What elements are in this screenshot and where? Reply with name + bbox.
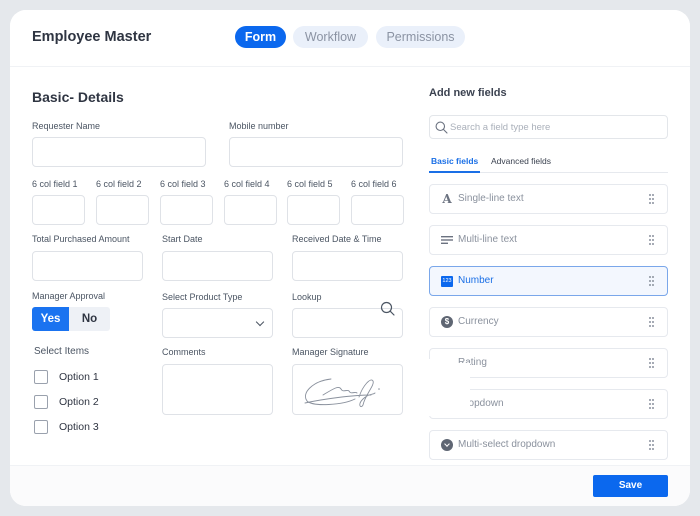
field-type-label: Single-line text (458, 193, 524, 204)
tab-workflow[interactable]: Workflow (293, 26, 368, 48)
col-field-2-label: 6 col field 2 (96, 179, 142, 189)
tab-form[interactable]: Form (235, 26, 286, 48)
received-date-time-input[interactable] (292, 251, 403, 281)
field-type-multi-select-dropdown[interactable]: Multi-select dropdown (429, 430, 668, 460)
requester-name-input[interactable] (32, 137, 206, 167)
received-date-time-label: Received Date & Time (292, 234, 382, 244)
number-123-icon: 123 (441, 275, 453, 287)
col-field-5-label: 6 col field 5 (287, 179, 333, 189)
signature-pad[interactable] (292, 364, 403, 415)
manager-signature-label: Manager Signature (292, 347, 369, 357)
option-3-checkbox[interactable]: Option 3 (34, 419, 99, 435)
drag-handle-icon[interactable] (649, 194, 654, 205)
option-label: Option 1 (59, 371, 99, 383)
approval-no-button[interactable]: No (69, 307, 110, 331)
option-label: Option 2 (59, 396, 99, 408)
product-type-label: Select Product Type (162, 292, 243, 302)
field-type-label: Currency (458, 316, 499, 327)
manager-approval-label: Manager Approval (32, 291, 106, 301)
field-type-label: Number (458, 275, 494, 286)
field-search-input[interactable] (450, 119, 662, 135)
footer (10, 465, 690, 506)
render-artifact-mask (428, 363, 470, 416)
col-field-6-label: 6 col field 6 (351, 179, 397, 189)
drag-handle-icon[interactable] (649, 399, 654, 410)
dollar-circle-icon: $ (441, 316, 453, 328)
option-2-checkbox[interactable]: Option 2 (34, 394, 99, 410)
lookup-label: Lookup (292, 292, 322, 302)
drag-handle-icon[interactable] (649, 440, 654, 451)
col-field-2-input[interactable] (96, 195, 149, 225)
field-type-single-line-text[interactable]: A Single-line text (429, 184, 668, 214)
search-icon[interactable] (380, 301, 396, 317)
select-items-label: Select Items (34, 346, 90, 357)
tab-advanced-fields[interactable]: Advanced fields (491, 156, 551, 166)
field-type-number[interactable]: 123 Number (429, 266, 668, 296)
checkbox-box[interactable] (34, 370, 48, 384)
approval-yes-button[interactable]: Yes (32, 307, 69, 331)
col-field-1-label: 6 col field 1 (32, 179, 78, 189)
checkbox-box[interactable] (34, 420, 48, 434)
comments-label: Comments (162, 347, 206, 357)
start-date-input[interactable] (162, 251, 273, 281)
header: Employee Master Form Workflow Permission… (10, 10, 690, 67)
comments-textarea[interactable] (162, 364, 273, 415)
render-artifact-mask (428, 359, 456, 365)
drag-handle-icon[interactable] (649, 358, 654, 369)
col-field-5-input[interactable] (287, 195, 340, 225)
field-type-label: Multi-select dropdown (458, 439, 556, 450)
field-type-currency[interactable]: $ Currency (429, 307, 668, 337)
search-icon (435, 121, 448, 134)
signature-image (304, 378, 380, 408)
field-type-label: Multi-line text (458, 234, 517, 245)
col-field-1-input[interactable] (32, 195, 85, 225)
field-type-multi-line-text[interactable]: Multi-line text (429, 225, 668, 255)
page-title: Employee Master (32, 29, 152, 45)
chevron-down-icon (255, 317, 265, 327)
product-type-select[interactable] (162, 308, 273, 338)
col-field-4-input[interactable] (224, 195, 277, 225)
start-date-label: Start Date (162, 234, 203, 244)
col-field-3-input[interactable] (160, 195, 213, 225)
chevron-circle-icon (441, 439, 453, 451)
add-fields-title: Add new fields (429, 87, 507, 99)
option-label: Option 3 (59, 421, 99, 433)
paragraph-icon (441, 234, 453, 246)
drag-handle-icon[interactable] (649, 276, 654, 287)
option-1-checkbox[interactable]: Option 1 (34, 369, 99, 385)
requester-name-label: Requester Name (32, 121, 101, 131)
col-field-6-input[interactable] (351, 195, 404, 225)
save-button[interactable]: Save (593, 475, 668, 497)
col-field-3-label: 6 col field 3 (160, 179, 206, 189)
mobile-number-input[interactable] (229, 137, 403, 167)
field-search-box[interactable] (429, 115, 668, 139)
mobile-number-label: Mobile number (229, 121, 289, 131)
total-purchased-amount-input[interactable] (32, 251, 143, 281)
drag-handle-icon[interactable] (649, 317, 654, 328)
active-tab-indicator (429, 171, 480, 173)
section-title: Basic- Details (32, 89, 124, 105)
checkbox-box[interactable] (34, 395, 48, 409)
text-a-icon: A (442, 192, 452, 206)
tab-permissions[interactable]: Permissions (376, 26, 465, 48)
total-purchased-amount-label: Total Purchased Amount (32, 234, 130, 244)
drag-handle-icon[interactable] (649, 235, 654, 246)
tab-basic-fields[interactable]: Basic fields (431, 156, 478, 166)
col-field-4-label: 6 col field 4 (224, 179, 270, 189)
